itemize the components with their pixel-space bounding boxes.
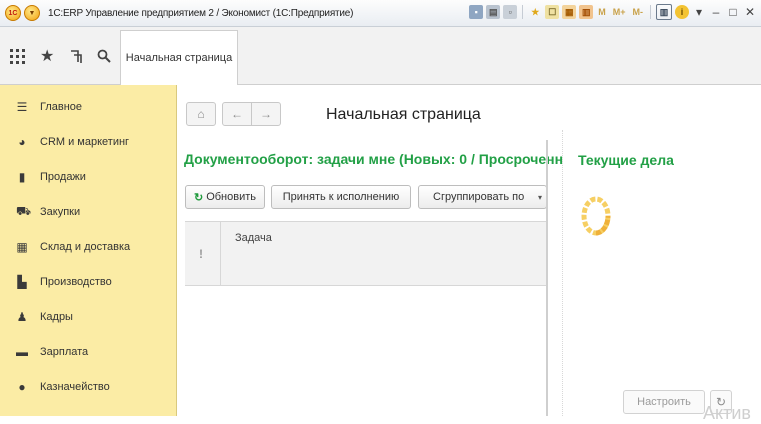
sidebar-item-salary[interactable]: ▬ Зарплата	[0, 340, 176, 364]
settings-button[interactable]: Настроить	[623, 390, 705, 414]
sidebar-item-production[interactable]: ▙ Производство	[0, 270, 176, 294]
forward-button[interactable]: →	[251, 102, 281, 126]
main-content: ⌂ ← → Начальная страница Документооборот…	[177, 85, 761, 423]
app-logo-icon[interactable]: 1С	[5, 5, 21, 21]
menu-lines-icon: ☰	[16, 100, 28, 114]
loading-spinner-icon	[581, 196, 611, 236]
sidebar-item-label: Продажи	[40, 171, 86, 183]
save-icon[interactable]: ▪	[469, 5, 484, 19]
back-button[interactable]: ←	[222, 102, 252, 126]
sidebar: ☰ Главное ◕ CRM и маркетинг ▮ Продажи ⛟ …	[0, 85, 177, 416]
chevron-down-icon: ▾	[537, 192, 542, 202]
arrow-left-icon: ←	[231, 107, 243, 121]
apps-grid-icon[interactable]	[10, 49, 25, 67]
sidebar-item-warehouse[interactable]: ▦ Склад и доставка	[0, 235, 176, 259]
maximize-icon[interactable]: □	[726, 5, 740, 19]
shopping-bag-icon: ▮	[18, 170, 26, 184]
memory-minus-button[interactable]: M-	[631, 7, 646, 17]
separator	[650, 5, 651, 19]
importance-column-header[interactable]: !	[199, 247, 203, 261]
panel-divider	[562, 130, 563, 416]
main-menu-icon[interactable]: ▼	[24, 5, 40, 21]
info-icon[interactable]: i	[675, 5, 689, 19]
top-toolbar: ★ Начальная страница	[0, 27, 761, 85]
sidebar-item-treasury[interactable]: ● Казначейство	[0, 375, 176, 399]
sidebar-item-label: Закупки	[40, 206, 81, 218]
calendar-icon[interactable]: ▦	[562, 5, 577, 19]
vertical-scrollbar[interactable]	[546, 140, 548, 416]
tasks-section-title[interactable]: Документооборот: задачи мне (Новых: 0 / …	[184, 151, 563, 167]
sidebar-item-label: Казначейство	[40, 381, 110, 393]
arrow-right-icon: →	[260, 107, 272, 121]
titlebar-tools: ▪ ▤ ▫ ★ ☐ ▦ ▥ M M+ M- ▥ i ▾ – □ ✕	[469, 4, 757, 20]
wallet-icon: ▬	[16, 345, 28, 359]
home-icon: ⌂	[197, 107, 205, 121]
factory-icon: ▙	[17, 275, 27, 289]
group-by-dropdown[interactable]: Сгруппировать по ▾	[418, 185, 547, 209]
sidebar-item-main[interactable]: ☰ Главное	[0, 95, 176, 119]
accept-for-execution-button[interactable]: Принять к исполнению	[271, 185, 411, 209]
sidebar-item-label: Производство	[40, 276, 112, 288]
task-column-header[interactable]: Задача	[235, 232, 272, 244]
separator	[522, 5, 524, 19]
tasks-table[interactable]: ! Задача	[185, 221, 546, 286]
current-tasks-title[interactable]: Текущие дела	[578, 152, 674, 168]
sidebar-item-label: CRM и маркетинг	[40, 136, 130, 148]
sidebar-item-crm[interactable]: ◕ CRM и маркетинг	[0, 130, 176, 154]
title-bar: 1С ▼ 1С:ERP Управление предприятием 2 / …	[0, 0, 761, 27]
refresh-button[interactable]: ↻ Обновить	[185, 185, 265, 209]
dropdown-icon[interactable]: ▾	[692, 5, 706, 19]
warehouse-grid-icon: ▦	[16, 240, 28, 254]
sidebar-item-hr[interactable]: ♟ Кадры	[0, 305, 176, 329]
star-icon[interactable]: ★	[40, 49, 54, 65]
sidebar-item-label: Главное	[40, 101, 83, 113]
sidebar-item-label: Кадры	[40, 311, 73, 323]
refresh-icon: ↻	[193, 191, 204, 204]
column-separator	[220, 222, 221, 285]
person-icon: ♟	[16, 310, 28, 324]
sidebar-item-purchases[interactable]: ⛟ Закупки	[0, 200, 176, 224]
settings-label: Настроить	[637, 396, 691, 408]
calculator-icon[interactable]: ▥	[579, 5, 594, 19]
group-by-label: Сгруппировать по	[433, 191, 525, 203]
pie-chart-icon: ◕	[18, 135, 26, 149]
print-icon[interactable]: ▤	[486, 5, 501, 19]
home-button[interactable]: ⌂	[186, 102, 216, 126]
memory-m-button[interactable]: M	[596, 7, 608, 17]
activation-watermark: Актив	[703, 403, 751, 423]
sidebar-item-label: Склад и доставка	[40, 241, 131, 253]
window-title: 1С:ERP Управление предприятием 2 / Эконо…	[48, 7, 354, 19]
sidebar-item-label: Зарплата	[40, 346, 89, 358]
tab-label: Начальная страница	[125, 52, 233, 64]
memory-plus-button[interactable]: M+	[611, 7, 628, 17]
minimize-icon[interactable]: –	[709, 5, 723, 19]
preview-icon[interactable]: ▫	[503, 5, 518, 19]
history-icon[interactable]	[69, 49, 83, 67]
ruble-coin-icon: ●	[18, 380, 26, 394]
page-title: Начальная страница	[326, 106, 481, 123]
sidebar-item-sales[interactable]: ▮ Продажи	[0, 165, 176, 189]
refresh-label: Обновить	[206, 191, 257, 203]
close-icon[interactable]: ✕	[743, 5, 757, 19]
search-icon[interactable]	[97, 49, 111, 66]
favorites-star-icon[interactable]: ★	[528, 5, 542, 19]
history-icon[interactable]: ☐	[545, 5, 560, 19]
tab-home-page[interactable]: Начальная страница	[120, 30, 238, 85]
shopping-cart-icon: ⛟	[16, 204, 32, 218]
panels-icon[interactable]: ▥	[656, 4, 672, 20]
accept-label: Принять к исполнению	[282, 191, 400, 203]
